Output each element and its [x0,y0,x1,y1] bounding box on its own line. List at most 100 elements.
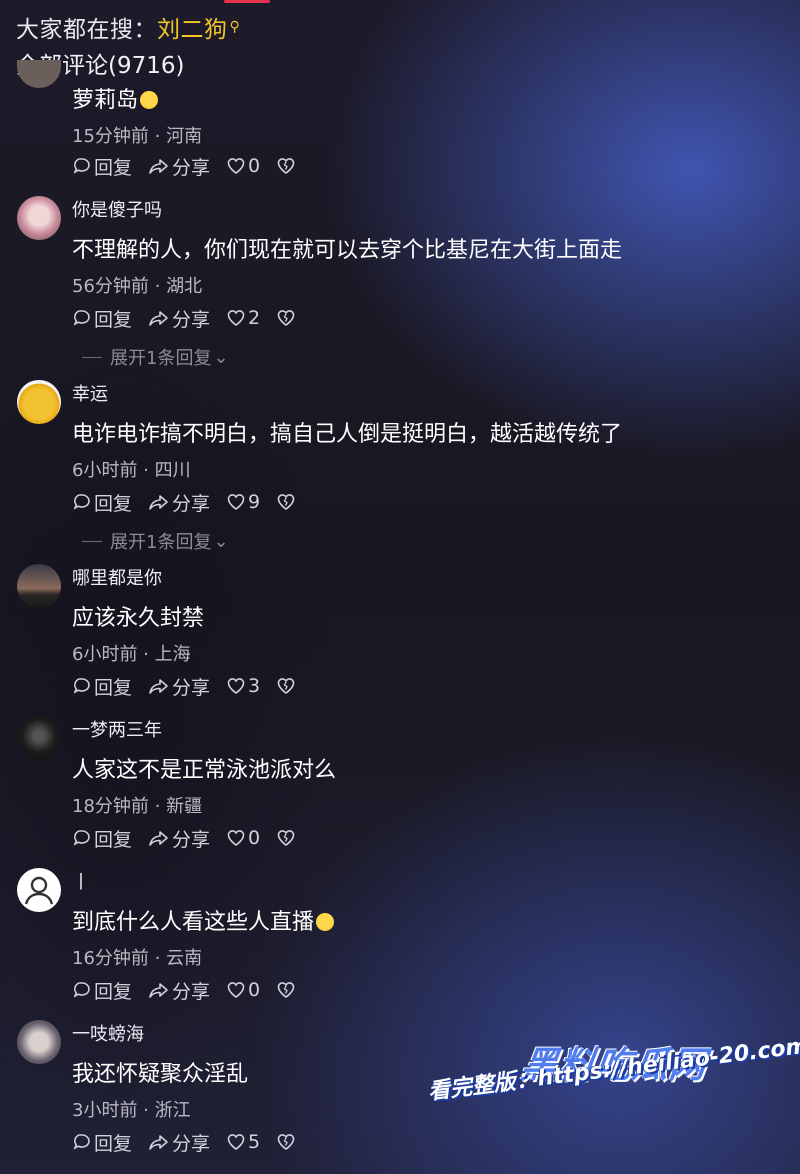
reply-button[interactable]: 回复 [72,1129,132,1156]
comment-actions: 回复 分享 2 [72,305,314,332]
username[interactable]: 幸运 [72,380,108,406]
share-button[interactable]: 分享 [148,673,210,700]
comment-text: 应该永久封禁 [72,606,205,631]
share-arrow-icon [149,311,168,326]
search-term-link[interactable]: 刘二狗 [157,17,228,43]
chevron-down-icon: ⌄ [213,530,229,552]
share-button[interactable]: 分享 [148,977,210,1004]
reply-bubble-icon [73,830,90,846]
like-button[interactable]: 0 [226,155,260,177]
share-arrow-icon [149,495,168,510]
chevron-down-icon: ⌄ [213,346,229,368]
comment-text: 萝莉岛 [72,82,159,114]
comment-meta: 18分钟前 · 新疆 [72,796,203,817]
reply-button[interactable]: 回复 [72,825,132,852]
share-button[interactable]: 分享 [148,153,210,180]
laughing-emoji-icon [140,91,159,109]
share-button[interactable]: 分享 [148,825,210,852]
default-user-icon [24,876,54,905]
broken-heart-icon [277,982,295,998]
comment-meta: 15分钟前 · 河南 [72,126,203,147]
search-suggestion[interactable]: 大家都在搜：刘二狗 ⚲ [16,10,240,44]
comment-actions: 回复 分享 5 [72,1129,314,1156]
reply-bubble-icon [73,678,90,694]
reply-bubble-icon [73,982,90,998]
like-button[interactable]: 3 [226,675,260,697]
avatar[interactable] [17,60,61,88]
username[interactable]: 你是傻子吗 [72,196,162,222]
grimace-emoji-icon [316,913,335,931]
comment-text: 电诈电诈搞不明白，搞自己人倒是挺明白，越活越传统了 [72,422,623,447]
comment-meta: 56分钟前 · 湖北 [72,276,203,297]
avatar[interactable] [17,868,61,912]
comment-actions: 回复 分享 0 [72,977,314,1004]
comment-meta: 16分钟前 · 云南 [72,948,203,969]
comment-meta: 3小时前 · 浙江 [72,1100,191,1121]
share-arrow-icon [149,1135,168,1150]
comment-text: 我还怀疑聚众淫乱 [72,1062,249,1087]
like-button[interactable]: 2 [226,307,260,329]
like-button[interactable]: 0 [226,979,260,1001]
reply-button[interactable]: 回复 [72,673,132,700]
search-prefix: 大家都在搜： [16,17,157,43]
reply-bubble-icon [73,310,90,326]
dislike-button[interactable] [276,492,298,512]
username[interactable]: 哪里都是你 [72,564,162,590]
comment-header: 大家都在搜：刘二狗 ⚲ 全部评论(9716) [0,0,800,82]
dislike-button[interactable] [276,828,298,848]
avatar[interactable] [17,380,61,424]
broken-heart-icon [277,158,295,174]
comment-text: 不理解的人，你们现在就可以去穿个比基尼在大街上面走 [72,238,623,263]
dislike-button[interactable] [276,156,298,176]
reply-button[interactable]: 回复 [72,305,132,332]
heart-icon [227,310,245,326]
comment-meta: 6小时前 · 上海 [72,644,191,665]
heart-icon [227,494,245,510]
comment-actions: 回复 分享 0 [72,825,314,852]
share-button[interactable]: 分享 [148,489,210,516]
avatar[interactable] [17,564,61,608]
heart-icon [227,982,245,998]
reply-bubble-icon [73,158,90,174]
dislike-button[interactable] [276,1132,298,1152]
like-button[interactable]: 0 [226,827,260,849]
share-arrow-icon [149,831,168,846]
comment-meta: 6小时前 · 四川 [72,460,191,481]
broken-heart-icon [277,830,295,846]
dislike-button[interactable] [276,676,298,696]
reply-button[interactable]: 回复 [72,977,132,1004]
share-arrow-icon [149,679,168,694]
avatar[interactable] [17,196,61,240]
expand-replies-button[interactable]: 展开1条回复 ⌄ [82,344,229,370]
like-button[interactable]: 5 [226,1131,260,1153]
heart-icon [227,1134,245,1150]
share-button[interactable]: 分享 [148,305,210,332]
like-button[interactable]: 9 [226,491,260,513]
share-arrow-icon [149,159,168,174]
username[interactable]: 一梦两三年 [72,716,162,742]
tab-indicator [224,0,270,3]
comment-actions: 回复 分享 9 [72,489,314,516]
reply-bubble-icon [73,1134,90,1150]
broken-heart-icon [277,678,295,694]
comment-text: 到底什么人看这些人直播 [72,904,335,936]
heart-icon [227,830,245,846]
avatar[interactable] [17,1020,61,1064]
avatar[interactable] [17,716,61,760]
dislike-button[interactable] [276,980,298,1000]
broken-heart-icon [277,310,295,326]
reply-button[interactable]: 回复 [72,489,132,516]
share-button[interactable]: 分享 [148,1129,210,1156]
search-icon: ⚲ [229,19,241,35]
dislike-button[interactable] [276,308,298,328]
comment-text: 人家这不是正常泳池派对么 [72,758,337,783]
reply-button[interactable]: 回复 [72,153,132,180]
username[interactable]: 丨 [72,868,90,894]
username[interactable]: 一吱螃海 [72,1020,144,1046]
expand-replies-button[interactable]: 展开1条回复 ⌄ [82,528,229,554]
reply-bubble-icon [73,494,90,510]
comment-actions: 回复 分享 0 [72,153,314,180]
broken-heart-icon [277,1134,295,1150]
heart-icon [227,678,245,694]
share-arrow-icon [149,983,168,998]
